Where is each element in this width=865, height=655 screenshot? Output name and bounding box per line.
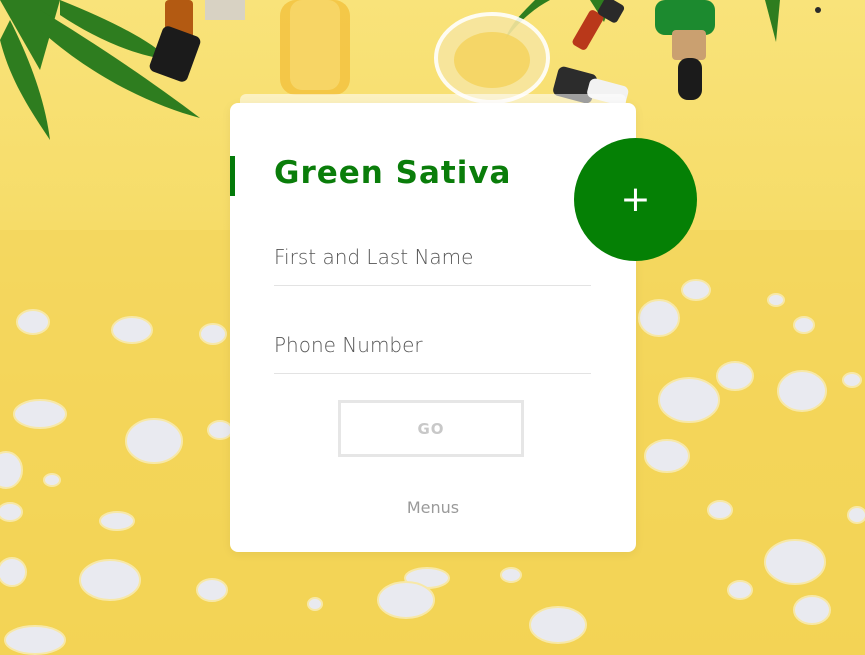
dropper-bottle-left xyxy=(149,0,245,82)
seed xyxy=(815,7,821,13)
oil-tube xyxy=(280,0,350,95)
menus-link[interactable]: Menus xyxy=(230,498,636,517)
brand-title: Green Sativa xyxy=(274,155,512,191)
phone-input[interactable] xyxy=(274,329,595,375)
title-accent-bar xyxy=(230,156,235,196)
plus-toggle-button[interactable]: + xyxy=(574,138,697,261)
dropper-bottle-green xyxy=(655,0,715,100)
cannabis-leaf-right xyxy=(505,0,780,42)
plus-icon: + xyxy=(620,179,651,220)
oil-dish xyxy=(434,12,629,106)
login-card: Green Sativa First and Last Name Phone N… xyxy=(230,103,636,552)
name-field[interactable]: First and Last Name xyxy=(274,241,595,287)
phone-field[interactable]: Phone Number xyxy=(274,329,595,375)
go-button[interactable]: GO xyxy=(338,400,524,457)
name-input[interactable] xyxy=(274,241,595,287)
